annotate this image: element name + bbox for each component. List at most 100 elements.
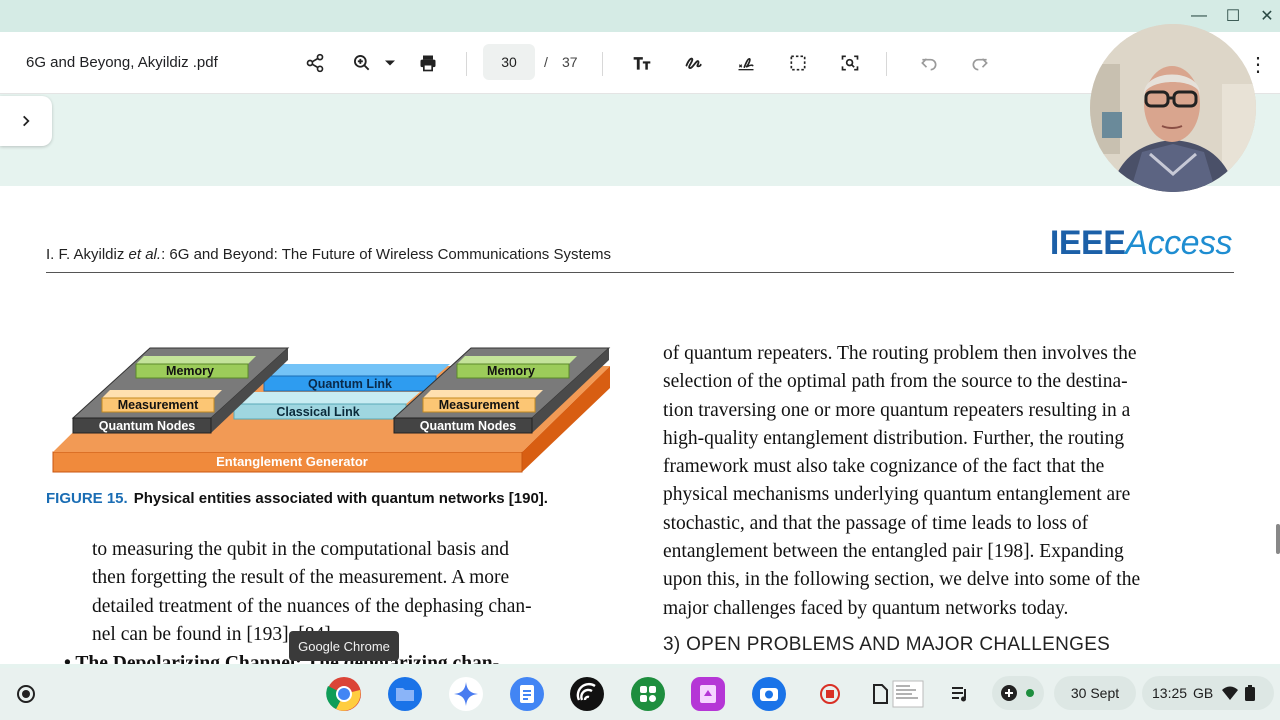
record-stop-icon: [820, 684, 840, 704]
keyboard-region: GB: [1193, 685, 1214, 701]
caption-text: Physical entities associated with quantu…: [133, 490, 548, 507]
system-shelf: 30 Sept 13:25 GB: [0, 668, 1280, 720]
shelf-app-files[interactable]: [387, 676, 423, 712]
text-line: selection of the optimal path from the s…: [663, 371, 1128, 393]
running-head-authors: I. F. Akyildiz: [46, 246, 129, 263]
text-line: framework must also take cognizance of t…: [663, 456, 1105, 478]
text-line: detailed treatment of the nuances of the…: [92, 595, 532, 617]
redo-button[interactable]: [967, 50, 993, 76]
chrome-icon: [326, 677, 361, 711]
lens-button[interactable]: [837, 50, 863, 76]
figure-caption: FIGURE 15. Physical entities associated w…: [46, 490, 548, 507]
holding-space-thumbnail[interactable]: [890, 676, 926, 712]
running-head-etal: et al.: [128, 246, 162, 263]
quantum-network-figure: Entanglement Generator Quantum Link Clas…: [52, 347, 611, 473]
wifi-icon: [1222, 686, 1239, 700]
draw-tool-button[interactable]: [681, 50, 707, 76]
toolbar-divider: [466, 52, 467, 76]
minimize-icon: —: [1191, 7, 1207, 24]
clock-status-pill[interactable]: 13:25 GB: [1142, 676, 1274, 710]
media-controls-button[interactable]: [942, 676, 978, 712]
logo-ieee: IEEE: [1049, 224, 1126, 262]
shelf-app-camera[interactable]: [751, 676, 787, 712]
toolbar-divider: [886, 52, 887, 76]
classical-link-top: [234, 392, 420, 404]
share-button[interactable]: [302, 50, 328, 76]
text-line: tion traversing one or more quantum repe…: [663, 399, 1131, 421]
green-dot-icon: [1026, 689, 1034, 697]
redo-icon: [972, 58, 988, 71]
caret-down-icon: [385, 60, 395, 66]
caption-label: FIGURE 15.: [46, 490, 128, 507]
signature-tool-button[interactable]: [733, 50, 759, 76]
launcher-circle-icon: [17, 685, 35, 703]
file-document-icon: [873, 684, 888, 704]
webcam-overlay[interactable]: [1090, 24, 1256, 192]
dashed-select-icon: [790, 55, 806, 71]
measurement-left-top: [102, 390, 222, 398]
launcher-button[interactable]: [8, 676, 44, 712]
shelf-app-docs[interactable]: [509, 676, 545, 712]
zoom-dropdown-button[interactable]: [377, 50, 403, 76]
right-column-text: of quantum repeaters. The routing proble…: [663, 340, 1233, 623]
undo-icon: [921, 58, 937, 71]
figure-label-memory-left: Memory: [166, 364, 214, 378]
person-image: [1090, 24, 1256, 192]
page-total: 37: [562, 54, 578, 70]
figure-label-nodes-right: Quantum Nodes: [420, 419, 517, 433]
add-circle-icon: [1001, 685, 1017, 701]
screen-record-button[interactable]: [812, 676, 848, 712]
tray-status-pill[interactable]: [992, 676, 1044, 710]
apps-grid-icon: [631, 677, 665, 711]
thumbnail-icon: [892, 680, 924, 708]
text-size-icon: [633, 57, 651, 70]
sidebar-toggle-button[interactable]: [0, 96, 52, 146]
memory-left-top: [136, 356, 256, 364]
toolbar-divider: [602, 52, 603, 76]
page-number-input[interactable]: 30: [483, 44, 535, 80]
maximize-button[interactable]: ☐: [1220, 4, 1246, 28]
shelf-app-workspace[interactable]: [630, 676, 666, 712]
shelf-app-podcast[interactable]: [569, 676, 605, 712]
maximize-icon: ☐: [1225, 8, 1241, 25]
battery-icon: [1245, 685, 1256, 701]
text-line: entanglement between the entangled pair …: [663, 541, 1124, 563]
minimize-button[interactable]: —: [1186, 4, 1212, 28]
ieee-access-logo: IEEEAccess: [1049, 224, 1233, 263]
zoom-in-icon: [354, 55, 370, 71]
measurement-right-top: [423, 390, 543, 398]
signature-icon: [738, 57, 754, 71]
freehand-draw-icon: [685, 57, 702, 69]
date-pill[interactable]: 30 Sept: [1054, 676, 1136, 710]
section-heading: 3) OPEN PROBLEMS AND MAJOR CHALLENGES: [663, 634, 1111, 655]
figure-label-measurement-right: Measurement: [439, 398, 520, 412]
window-titlebar: — ☐ ✕: [0, 0, 1280, 32]
logo-access: Access: [1125, 224, 1232, 262]
close-button[interactable]: ✕: [1254, 4, 1280, 28]
undo-button[interactable]: [916, 50, 942, 76]
more-options-button[interactable]: ⋮: [1248, 52, 1268, 77]
select-area-button[interactable]: [785, 50, 811, 76]
text-line: then forgetting the result of the measur…: [92, 567, 510, 589]
text-line: of quantum repeaters. The routing proble…: [663, 343, 1137, 364]
quantum-link-top: [264, 364, 450, 376]
page-scrollbar[interactable]: [1276, 524, 1280, 554]
figure-label-quantum-link: Quantum Link: [308, 377, 392, 391]
text-line: high-quality entanglement distribution. …: [663, 427, 1125, 449]
text-tool-button[interactable]: [629, 50, 655, 76]
print-button[interactable]: [415, 50, 441, 76]
playlist-icon: [952, 687, 966, 702]
running-head: I. F. Akyildiz et al.: 6G and Beyond: Th…: [46, 246, 611, 263]
zoom-in-button[interactable]: [349, 50, 375, 76]
shelf-app-gemini[interactable]: [448, 676, 484, 712]
figure-label-classical-link: Classical Link: [276, 405, 359, 419]
shelf-app-canvas[interactable]: [690, 676, 726, 712]
folder-icon: [388, 677, 422, 711]
figure-label-generator: Entanglement Generator: [216, 454, 368, 469]
shelf-app-chrome[interactable]: [326, 676, 362, 712]
header-rule: [46, 272, 1234, 273]
gemini-sparkle-icon: [449, 677, 483, 711]
memory-right-top: [457, 356, 577, 364]
docs-icon: [510, 677, 544, 711]
document-title: 6G and Beyong, Akyildiz .pdf: [26, 54, 218, 71]
